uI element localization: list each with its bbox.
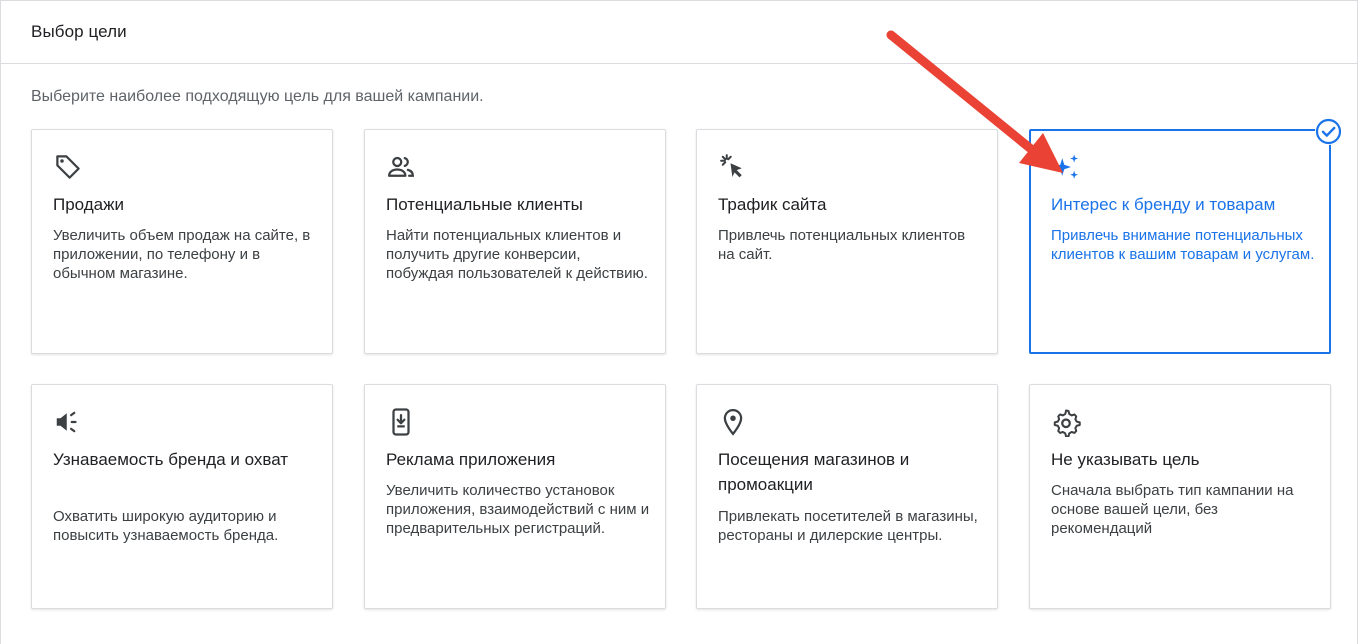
goal-card-traffic[interactable]: Трафик сайта Привлечь потенциальных клие…	[696, 129, 998, 354]
instruction-text: Выберите наиболее подходящую цель для ва…	[31, 88, 484, 105]
tag-icon	[56, 155, 80, 179]
location-pin-icon	[723, 408, 743, 436]
goal-title: Продажи	[53, 195, 124, 214]
goal-selection-panel: Выбор цели Выберите наиболее подходящую …	[0, 0, 1358, 644]
goal-title: Реклама приложения	[386, 450, 556, 469]
goal-card-app-promotion[interactable]: Реклама приложения Увеличить количество …	[364, 384, 666, 609]
goal-description: Найти потенциальных клиентов и получить …	[386, 227, 648, 282]
goal-title: Трафик сайта	[718, 195, 827, 214]
gear-icon	[1053, 409, 1081, 437]
goal-description: Увеличить количество установок приложени…	[386, 482, 650, 537]
goal-card-no-goal[interactable]: Не указывать цель Сначала выбрать тип ка…	[1029, 384, 1331, 609]
goal-title: Не указывать цель	[1051, 450, 1200, 469]
goal-description: Привлекать посетителей в магазины, ресто…	[718, 508, 978, 544]
goal-card-awareness[interactable]: Узнаваемость бренда и охват Охватить шир…	[31, 384, 333, 609]
goal-title: Потенциальные клиенты	[386, 195, 583, 214]
goal-description: Привлечь внимание потенциальных клиентов…	[1051, 227, 1315, 263]
goal-title: Интерес к бренду и товарам	[1051, 195, 1276, 214]
sparkle-icon	[1053, 154, 1079, 179]
goal-card-brand-interest[interactable]: Интерес к бренду и товарам Привлечь вним…	[1029, 129, 1331, 354]
people-icon	[388, 156, 415, 177]
goal-description: Сначала выбрать тип кампании на основе в…	[1051, 482, 1294, 537]
panel-title: Выбор цели	[31, 22, 127, 41]
panel-header: Выбор цели	[1, 1, 1357, 64]
goal-description: Охватить широкую аудиторию и повысить уз…	[53, 508, 279, 544]
phone-download-icon	[392, 408, 410, 436]
goal-description: Привлечь потенциальных клиентов на сайт.	[718, 227, 966, 263]
megaphone-icon	[56, 411, 77, 433]
cursor-click-icon	[720, 154, 742, 178]
selected-check-icon	[1315, 118, 1342, 145]
goal-title: Посещения магазинов и промоакции	[718, 450, 910, 494]
goal-description: Увеличить объем продаж на сайте, в прило…	[53, 227, 311, 282]
goal-card-sales[interactable]: Продажи Увеличить объем продаж на сайте,…	[31, 129, 333, 354]
goal-card-leads[interactable]: Потенциальные клиенты Найти потенциальны…	[364, 129, 666, 354]
goal-card-store-visits[interactable]: Посещения магазинов и промоакции Привлек…	[696, 384, 998, 609]
goal-title: Узнаваемость бренда и охват	[53, 450, 289, 469]
